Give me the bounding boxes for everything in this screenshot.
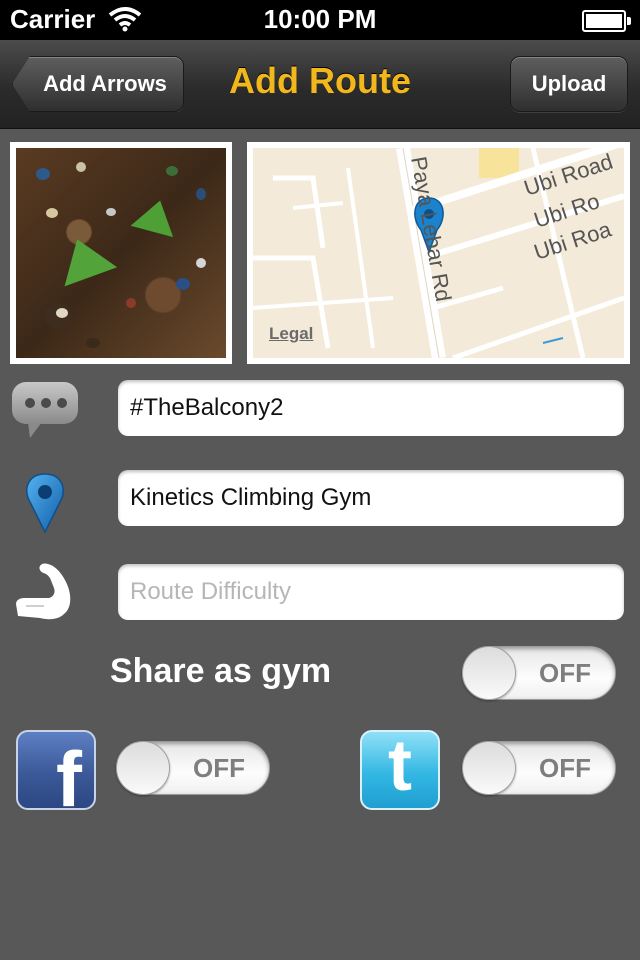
facebook-icon: f bbox=[16, 730, 96, 810]
map-legal-link[interactable]: Legal bbox=[269, 324, 313, 344]
twitter-share-toggle[interactable]: OFF bbox=[462, 741, 616, 795]
status-bar: Carrier 10:00 PM bbox=[0, 0, 640, 40]
flexed-arm-icon bbox=[12, 560, 76, 627]
back-button[interactable]: Add Arrows bbox=[12, 56, 184, 112]
share-as-gym-toggle[interactable]: OFF bbox=[462, 646, 616, 700]
location-field[interactable] bbox=[118, 470, 624, 526]
climbing-wall-image bbox=[16, 148, 226, 358]
facebook-share-toggle[interactable]: OFF bbox=[116, 741, 270, 795]
toggle-state: OFF bbox=[539, 752, 591, 783]
clock-label: 10:00 PM bbox=[263, 4, 377, 34]
green-hold bbox=[130, 194, 182, 238]
toggle-state: OFF bbox=[539, 657, 591, 688]
share-as-gym-label: Share as gym bbox=[110, 652, 332, 690]
speech-bubble-icon bbox=[10, 378, 82, 445]
route-name-field[interactable] bbox=[118, 380, 624, 436]
toggle-state: OFF bbox=[193, 752, 245, 783]
twitter-icon: t bbox=[360, 730, 440, 810]
toggle-knob bbox=[116, 741, 170, 795]
navigation-bar: Add Arrows Add Route Upload bbox=[0, 40, 640, 129]
facebook-glyph: f bbox=[56, 735, 82, 810]
route-photo[interactable] bbox=[10, 142, 232, 364]
green-hold bbox=[50, 229, 118, 287]
twitter-glyph: t bbox=[388, 730, 412, 806]
upload-button[interactable]: Upload bbox=[510, 56, 628, 112]
map-pin-icon bbox=[22, 472, 68, 539]
toggle-knob bbox=[462, 741, 516, 795]
route-difficulty-field[interactable] bbox=[118, 564, 624, 620]
location-map[interactable]: Paya Lebar Rd Ubi Road Ubi Ro Ubi Roa Le… bbox=[247, 142, 630, 364]
battery-icon bbox=[582, 10, 631, 32]
toggle-knob bbox=[462, 646, 516, 700]
